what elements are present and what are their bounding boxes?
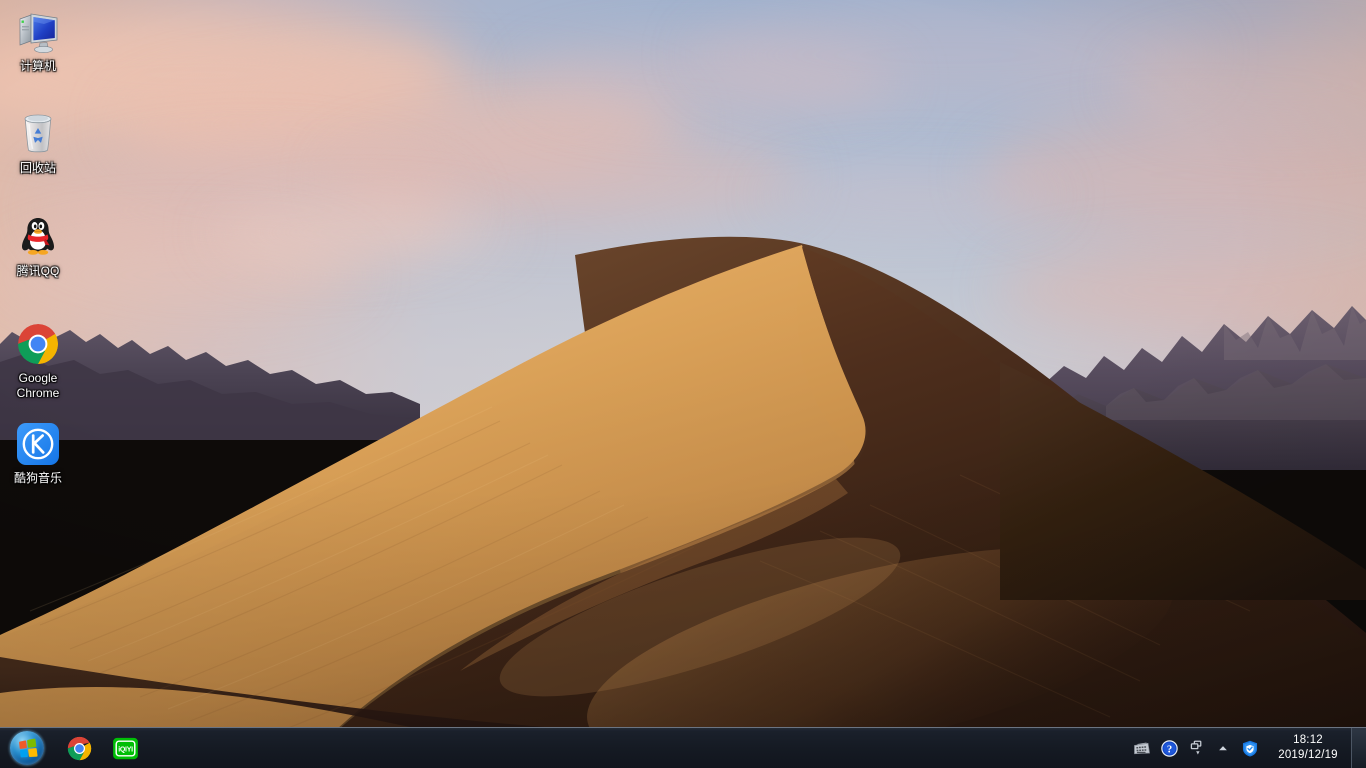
tray-icon-group: ? — [1133, 739, 1265, 757]
taskbar-item-chrome[interactable] — [64, 733, 94, 763]
keyboard-icon[interactable] — [1133, 739, 1151, 757]
desktop-icon-label: 腾讯QQ — [16, 264, 60, 278]
svg-text:?: ? — [1166, 744, 1171, 755]
qq-penguin-icon — [14, 213, 62, 261]
desktop-icon-label: Google Chrome — [16, 371, 60, 400]
clock-date: 2019/12/19 — [1278, 749, 1338, 761]
kugou-icon — [14, 420, 62, 468]
computer-icon — [14, 8, 62, 56]
desktop-icon-kugou-music[interactable]: 酷狗音乐 — [4, 420, 72, 486]
desktop-icon-computer[interactable]: 计算机 — [4, 8, 72, 74]
network-icon[interactable] — [1187, 739, 1205, 757]
clock-time: 18:12 — [1293, 734, 1323, 746]
desktop-icon-google-chrome[interactable]: Google Chrome — [4, 320, 72, 401]
desktop-wallpaper — [0, 0, 1366, 768]
iqiyi-icon: iQIYI — [112, 737, 138, 759]
shield-icon[interactable] — [1241, 739, 1259, 757]
desktop[interactable]: 计算机 回收站 腾讯QQ Google Chrome 酷狗音乐 iQIYI ? … — [0, 0, 1366, 768]
start-button[interactable] — [0, 728, 54, 768]
svg-text:iQIYI: iQIYI — [118, 746, 133, 753]
taskbar-item-iqiyi[interactable]: iQIYI — [110, 733, 140, 763]
desktop-icon-label: 回收站 — [19, 161, 56, 175]
help-question-icon[interactable]: ? — [1160, 739, 1178, 757]
desktop-icon-label: 酷狗音乐 — [13, 471, 62, 485]
chrome-icon — [67, 736, 91, 760]
system-tray: ? 18:12 2019/12/19 — [1133, 728, 1366, 768]
taskbar-clock[interactable]: 18:12 2019/12/19 — [1265, 733, 1351, 763]
quick-launch-bar: iQIYI — [54, 728, 140, 768]
taskbar[interactable]: iQIYI ? 18:12 2019/12/19 — [0, 727, 1366, 768]
desktop-icon-tencent-qq[interactable]: 腾讯QQ — [4, 213, 72, 279]
desktop-icon-label: 计算机 — [19, 59, 56, 73]
show-desktop-button[interactable] — [1351, 728, 1366, 768]
chevron-up-icon[interactable] — [1214, 739, 1232, 757]
windows-orb-icon — [10, 731, 44, 765]
desktop-icon-recycle-bin[interactable]: 回收站 — [4, 110, 72, 176]
chrome-icon — [14, 320, 62, 368]
wallpaper-vignette — [0, 0, 1366, 768]
recycle-bin-icon — [14, 110, 62, 158]
